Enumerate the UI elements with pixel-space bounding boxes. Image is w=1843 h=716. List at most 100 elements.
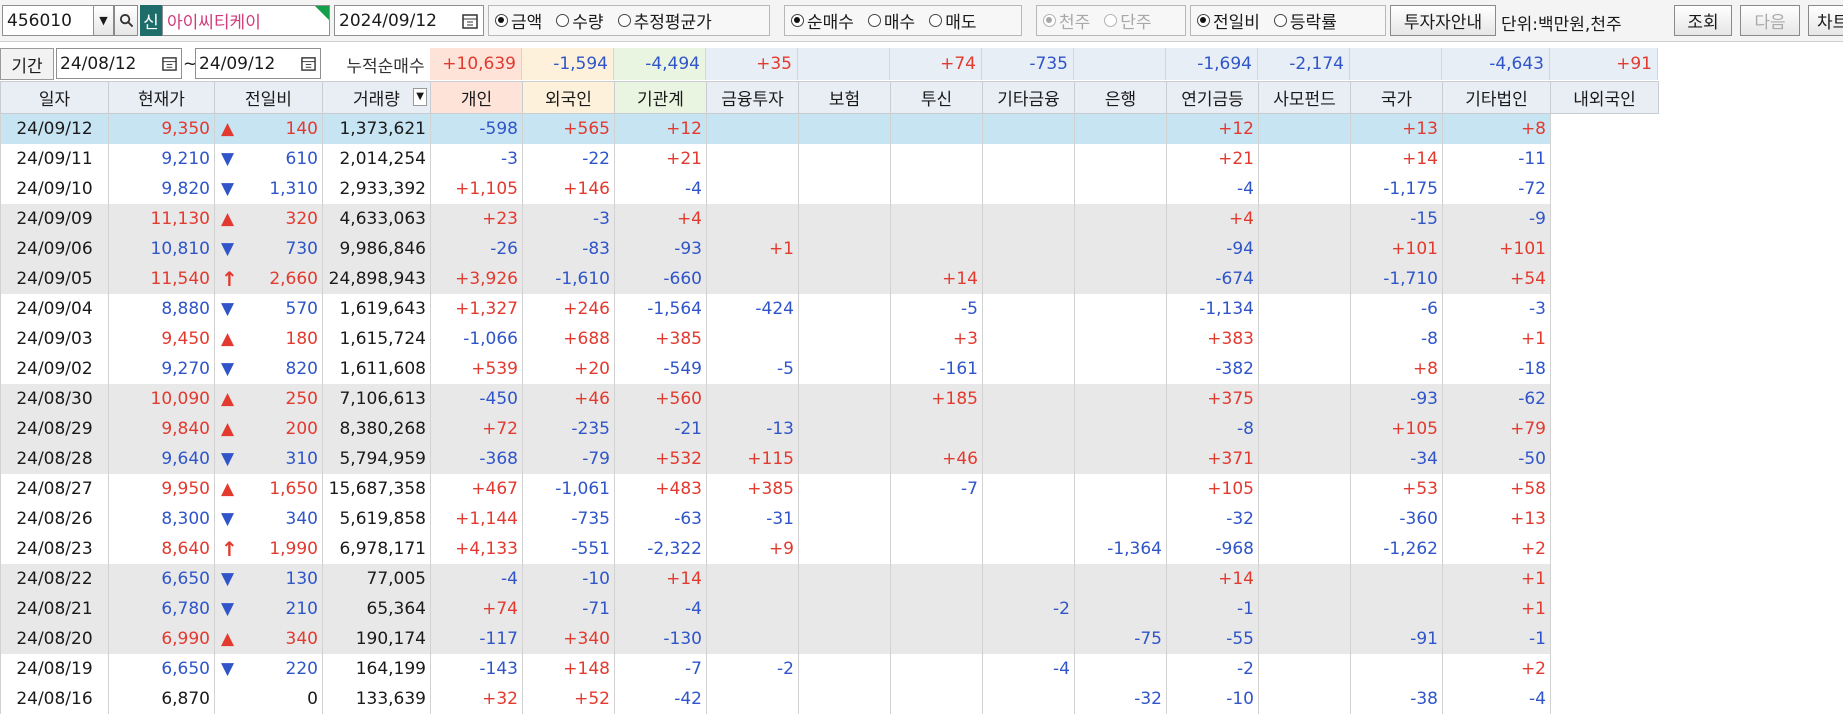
table-row[interactable]: 24/09/03 9,450 ▲ 180 1,615,724 -1,066 +688 +385… <box>0 323 1659 354</box>
volume-cell: 77,005 <box>322 563 431 594</box>
change-value: 130 <box>285 568 318 589</box>
column-header[interactable]: 현재가 <box>108 81 215 114</box>
code-dropdown-button[interactable]: ▼ <box>94 5 114 36</box>
column-header[interactable]: 기타금융 <box>982 81 1075 114</box>
table-row[interactable]: 24/09/09 11,130 ▲ 320 4,633,063 +23 -3 +4 +4 -15-… <box>0 203 1659 234</box>
column-header[interactable]: 기관계 <box>614 81 707 114</box>
table-row[interactable]: 24/08/16 6,870 0 133,639 +32 +52 -42 -32 -10 -38-… <box>0 683 1659 714</box>
radio-amount[interactable]: 금액 <box>495 8 542 33</box>
radio-quantity[interactable]: 수량 <box>556 8 604 33</box>
table-row[interactable]: 24/09/06 10,810 ▼ 730 9,986,846 -26 -83 -93 +1 -9… <box>0 233 1659 264</box>
column-header[interactable]: 기타법인 <box>1442 81 1551 114</box>
column-header[interactable]: 금융투자 <box>706 81 799 114</box>
column-header[interactable]: 외국인 <box>522 81 615 114</box>
investor-value-cell <box>1350 563 1443 594</box>
next-button[interactable]: 다음 <box>1740 5 1800 36</box>
triangle-up-icon: ▲ <box>221 388 235 409</box>
table-row[interactable]: 24/08/28 9,640 ▼ 310 5,794,959 -368 -79 +532 +11… <box>0 443 1659 474</box>
radio-net-buy[interactable]: 순매수 <box>791 8 854 33</box>
investor-value-cell: +2 <box>1442 653 1551 684</box>
investor-value-cell <box>890 533 983 564</box>
query-button[interactable]: 조회 <box>1674 5 1732 36</box>
table-row[interactable]: 24/08/29 9,840 ▲ 200 8,380,268 +72 -235 -21 -13 -… <box>0 413 1659 444</box>
period-to-input[interactable]: 24/09/12 <box>195 48 321 79</box>
column-header[interactable]: 국가 <box>1350 81 1443 114</box>
change-value: 310 <box>285 448 318 469</box>
calendar-icon[interactable] <box>297 49 319 78</box>
calendar-icon[interactable] <box>459 6 481 35</box>
table-row[interactable]: 24/08/20 6,990 ▲ 340 190,174 -117 +340 -130 -75-… <box>0 623 1659 654</box>
change-cell: ▼ 570 <box>214 293 323 324</box>
stock-code-input[interactable]: 456010 <box>2 5 94 36</box>
table-row[interactable]: 24/08/19 6,650 ▼ 220 164,199 -143 +148 -7 -2 -4 -2… <box>0 653 1659 684</box>
table-row[interactable]: 24/09/02 9,270 ▼ 820 1,611,608 +539 +20 -549 -5 -… <box>0 353 1659 384</box>
table-row[interactable]: 24/08/21 6,780 ▼ 210 65,364 +74 -71 -4 -2 -1 +1 <box>0 593 1659 624</box>
radio-sell[interactable]: 매도 <box>929 8 976 33</box>
investor-value-cell: +148 <box>522 653 615 684</box>
investor-value-cell: +4,133 <box>430 533 523 564</box>
investor-value-cell: -1 <box>1442 623 1551 654</box>
investor-value-cell: -38 <box>1350 683 1443 714</box>
column-header[interactable]: 전일비 <box>214 81 323 114</box>
change-value: 140 <box>285 118 318 139</box>
change-value: 320 <box>285 208 318 229</box>
radio-avg-price[interactable]: 추정평균가 <box>617 8 712 33</box>
investor-value-cell: -450 <box>430 383 523 414</box>
investor-value-cell: +385 <box>706 473 799 504</box>
investor-value-cell: -6 <box>1350 293 1443 324</box>
calendar-icon[interactable] <box>158 49 180 78</box>
investor-value-cell <box>1258 263 1351 294</box>
date-input[interactable]: 2024/09/12 <box>334 5 484 36</box>
table-row[interactable]: 24/09/10 9,820 ▼ 1,310 2,933,392 +1,105 +146 -4… <box>0 173 1659 204</box>
investor-value-cell <box>1074 323 1167 354</box>
date-cell: 24/08/28 <box>0 443 109 474</box>
table-row[interactable]: 24/08/30 10,090 ▲ 250 7,106,613 -450 +46 +560 +1… <box>0 383 1659 414</box>
table-row[interactable]: 24/08/22 6,650 ▼ 130 77,005 -4 -10 +14 +14 +1 <box>0 563 1659 594</box>
investor-value-cell <box>706 593 799 624</box>
column-header[interactable]: 보험 <box>798 81 891 114</box>
table-row[interactable]: 24/08/23 8,640 ↑ 1,990 6,978,171 +4,133 -551 -2… <box>0 533 1659 564</box>
radio-thousand-shares[interactable]: 천주 <box>1043 8 1090 33</box>
change-cell: ▼ 730 <box>214 233 323 264</box>
search-button[interactable] <box>114 5 138 36</box>
column-header[interactable]: 사모펀드 <box>1258 81 1351 114</box>
radio-single-shares[interactable]: 단주 <box>1104 8 1152 33</box>
volume-sort-dropdown-icon[interactable]: ▼ <box>413 88 427 106</box>
date-cell: 24/08/20 <box>0 623 109 654</box>
stock-name-field[interactable]: 아이씨티케이 <box>162 5 330 36</box>
investor-value-cell <box>798 653 891 684</box>
chart-button[interactable]: 차트 <box>1808 5 1843 36</box>
radio-day-change[interactable]: 전일비 <box>1197 8 1260 33</box>
date-cell: 24/08/21 <box>0 593 109 624</box>
investor-value-cell: -11 <box>1442 143 1551 174</box>
period-from-input[interactable]: 24/08/12 <box>56 48 182 79</box>
radio-empty-icon <box>867 14 881 27</box>
radio-buy[interactable]: 매수 <box>867 8 915 33</box>
column-header[interactable]: 은행 <box>1074 81 1167 114</box>
column-header[interactable]: 투신 <box>890 81 983 114</box>
column-header[interactable]: 일자 <box>0 81 109 114</box>
column-header[interactable]: 거래량 ▼ <box>322 81 431 114</box>
table-row[interactable]: 24/09/05 11,540 ↑ 2,660 24,898,943 +3,926 -1,6… <box>0 263 1659 294</box>
investor-value-cell: +105 <box>1350 413 1443 444</box>
date-cell: 24/09/12 <box>0 113 109 144</box>
investor-value-cell <box>1258 323 1351 354</box>
radio-change-rate[interactable]: 등락률 <box>1273 8 1337 33</box>
volume-cell: 7,106,613 <box>322 383 431 414</box>
column-header[interactable]: 개인 <box>430 81 523 114</box>
table-row[interactable]: 24/09/11 9,210 ▼ 610 2,014,254 -3 -22 +21 +21 +14… <box>0 143 1659 174</box>
investor-value-cell <box>890 233 983 264</box>
investor-value-cell: +371 <box>1166 443 1259 474</box>
table-row[interactable]: 24/08/27 9,950 ▲ 1,650 15,687,358 +467 -1,061 +… <box>0 473 1659 504</box>
investor-value-cell <box>798 383 891 414</box>
column-header[interactable]: 연기금등 <box>1166 81 1259 114</box>
table-row[interactable]: 24/09/12 9,350 ▲ 140 1,373,621 -598 +565 +12 +12… <box>0 113 1659 144</box>
table-row[interactable]: 24/09/04 8,880 ▼ 570 1,619,643 +1,327 +246 -1,5… <box>0 293 1659 324</box>
change-cell: ↑ 2,660 <box>214 263 323 294</box>
investor-guide-button[interactable]: 투자자안내 <box>1390 5 1496 36</box>
column-header[interactable]: 내외국인 <box>1550 81 1659 114</box>
table-row[interactable]: 24/08/26 8,300 ▼ 340 5,619,858 +1,144 -735 -63-… <box>0 503 1659 534</box>
investor-value-cell <box>706 263 799 294</box>
volume-cell: 5,794,959 <box>322 443 431 474</box>
investor-value-cell: +1 <box>1442 323 1551 354</box>
